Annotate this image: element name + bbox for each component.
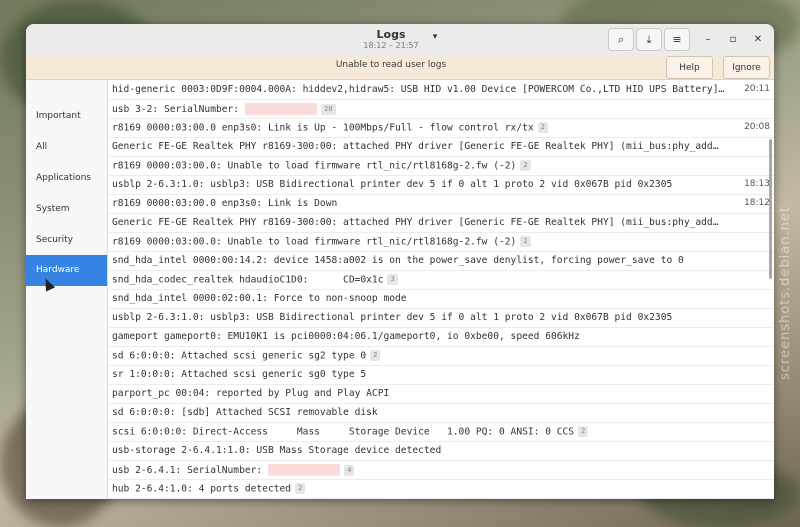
maximize-icon: ▫: [729, 33, 737, 45]
sidebar-item-important[interactable]: Important: [26, 101, 107, 132]
log-message: usb 2-6.4.1: SerialNumber:: [112, 465, 263, 476]
category-sidebar: Important All Applications System Securi…: [26, 80, 108, 499]
repeat-count-badge: 2: [537, 122, 548, 133]
log-message: r8169 0000:03:00.0 enp3s0: Link is Down: [112, 198, 338, 209]
log-row[interactable]: usb-storage 2-6.4.1:1.0: USB Mass Storag…: [108, 441, 774, 461]
close-button[interactable]: ✕: [749, 30, 767, 48]
log-row[interactable]: sd 6:0:0:0: Attached scsi generic sg2 ty…: [108, 346, 774, 366]
sidebar-item-label: System: [36, 204, 70, 214]
repeat-count-badge: 2: [520, 236, 531, 247]
log-message: sr 1:0:0:0: Attached scsi generic sg0 ty…: [112, 369, 367, 380]
log-message: usblp 2-6.3:1.0: usblp3: USB Bidirection…: [112, 312, 673, 323]
log-message: usb 3-2: SerialNumber:: [112, 104, 240, 115]
log-row[interactable]: scsi 6:0:0:0: Direct-Access Mass Storage…: [108, 422, 774, 442]
sidebar-item-hardware[interactable]: Hardware: [26, 255, 107, 286]
log-row[interactable]: usb 3-2: SerialNumber: 20: [108, 99, 774, 119]
sidebar-item-label: Hardware: [36, 265, 80, 275]
main-menu-button[interactable]: ≡: [664, 28, 690, 51]
log-list[interactable]: hub 2-6.4:1.0: 4 ports detected 2 usb 2-6.…: [108, 80, 774, 499]
headerbar: Logs 18:12 – 21:57 ▾ ⌕ ⤓ ≡ – ▫ ✕: [26, 24, 774, 56]
repeat-count-badge: 20: [321, 103, 336, 115]
close-icon: ✕: [753, 33, 763, 45]
log-row[interactable]: usblp 2-6.3:1.0: usblp3: USB Bidirection…: [108, 175, 774, 195]
log-row[interactable]: Generic FE-GE Realtek PHY r8169-300:00: …: [108, 137, 774, 157]
help-button[interactable]: Help: [666, 56, 713, 79]
log-row[interactable]: hid-generic 0003:0D9F:0004.000A: hiddev2…: [108, 80, 774, 100]
log-timestamp: 20:11: [744, 84, 770, 94]
log-message: snd_hda_intel 0000:00:14.2: device 1458:…: [112, 255, 684, 266]
repeat-count-badge: 2: [578, 426, 589, 437]
menu-icon: ≡: [672, 33, 682, 46]
log-message: Generic FE-GE Realtek PHY r8169-300:00: …: [112, 141, 719, 152]
repeat-count-badge: 3: [387, 274, 398, 285]
log-message: sd 6:0:0:0: [sdb] Attached SCSI removabl…: [112, 407, 378, 418]
ignore-button[interactable]: Ignore: [723, 56, 770, 79]
log-row[interactable]: hub 2-6.4:1.0: 4 ports detected 2: [108, 479, 774, 499]
repeat-count-badge: 2: [295, 483, 306, 494]
search-button[interactable]: ⌕: [608, 28, 634, 51]
log-message: r8169 0000:03:00.0 enp3s0: Link is Up - …: [112, 122, 534, 134]
log-message: hid-generic 0003:0D9F:0004.000A: hiddev2…: [112, 84, 725, 95]
log-timestamp: 18:12: [744, 198, 770, 208]
download-icon: ⤓: [646, 32, 652, 46]
log-row[interactable]: sd 6:0:0:0: [sdb] Attached SCSI removabl…: [108, 403, 774, 423]
log-message: snd_hda_intel 0000:02:00.1: Force to non…: [112, 293, 407, 304]
redacted-value: [268, 464, 341, 476]
sidebar-item-label: Applications: [36, 173, 91, 183]
log-row[interactable]: snd_hda_intel 0000:02:00.1: Force to non…: [108, 289, 774, 309]
redacted-value: [245, 103, 318, 115]
log-message: sd 6:0:0:0: Attached scsi generic sg2 ty…: [112, 350, 367, 362]
log-row[interactable]: snd_hda_intel 0000:00:14.2: device 1458:…: [108, 251, 774, 271]
minimize-button[interactable]: –: [699, 30, 717, 48]
log-timestamp: 20:08: [744, 122, 770, 132]
log-row[interactable]: r8169 0000:03:00.0 enp3s0: Link is Down 1…: [108, 194, 774, 214]
sidebar-item-applications[interactable]: Applications: [26, 163, 107, 194]
log-message: usb-storage 2-6.4.1:1.0: USB Mass Storag…: [112, 445, 442, 456]
info-bar: Unable to read user logs Help Ignore: [26, 55, 774, 80]
log-row[interactable]: usb 2-6.4.1: SerialNumber: 4: [108, 460, 774, 480]
log-timestamp: 18:13: [744, 179, 770, 189]
log-row[interactable]: parport_pc 00:04: reported by Plug and P…: [108, 384, 774, 404]
log-row[interactable]: usblp 2-6.3:1.0: usblp3: USB Bidirection…: [108, 308, 774, 328]
export-button[interactable]: ⤓: [636, 28, 662, 51]
log-row[interactable]: r8169 0000:03:00.0: Unable to load firmw…: [108, 232, 774, 252]
sidebar-item-all[interactable]: All: [26, 132, 107, 163]
log-message: r8169 0000:03:00.0: Unable to load firmw…: [112, 160, 517, 172]
log-row[interactable]: snd_hda_codec_realtek hdaudioC1D0: CD=0x…: [108, 270, 774, 290]
sidebar-item-label: Security: [36, 235, 73, 245]
log-row[interactable]: r8169 0000:03:00.0 enp3s0: Link is Up - …: [108, 118, 774, 138]
repeat-count-badge: 2: [520, 160, 531, 171]
minimize-icon: –: [705, 33, 711, 45]
log-message: parport_pc 00:04: reported by Plug and P…: [112, 388, 390, 399]
log-message: r8169 0000:03:00.0: Unable to load firmw…: [112, 236, 517, 248]
repeat-count-badge: 4: [344, 464, 355, 476]
log-message: usblp 2-6.3:1.0: usblp3: USB Bidirection…: [112, 179, 673, 190]
chevron-down-icon[interactable]: ▾: [428, 30, 442, 44]
sidebar-item-security[interactable]: Security: [26, 225, 107, 256]
log-message: scsi 6:0:0:0: Direct-Access Mass Storage…: [112, 426, 575, 438]
sidebar-item-label: All: [36, 142, 48, 152]
info-message: Unable to read user logs: [335, 60, 447, 70]
log-row[interactable]: r8169 0000:03:00.0: Unable to load firmw…: [108, 156, 774, 176]
log-message: snd_hda_codec_realtek hdaudioC1D0: CD=0x…: [112, 274, 384, 286]
watermark: screenshots.debian.net: [778, 206, 793, 380]
maximize-button[interactable]: ▫: [724, 30, 742, 48]
log-message: hub 2-6.4:1.0: 4 ports detected: [112, 483, 292, 495]
log-row[interactable]: sr 1:0:0:0: Attached scsi generic sg0 ty…: [108, 365, 774, 385]
sidebar-item-label: Important: [36, 111, 81, 121]
sidebar-item-system[interactable]: System: [26, 194, 107, 225]
search-icon: ⌕: [617, 32, 625, 46]
repeat-count-badge: 2: [370, 350, 381, 361]
log-message: gameport gameport0: EMU10K1 is pci0000:0…: [112, 331, 580, 342]
log-row[interactable]: gameport gameport0: EMU10K1 is pci0000:0…: [108, 327, 774, 347]
log-row[interactable]: Generic FE-GE Realtek PHY r8169-300:00: …: [108, 213, 774, 233]
log-message: Generic FE-GE Realtek PHY r8169-300:00: …: [112, 217, 719, 228]
scrollbar[interactable]: [769, 139, 772, 279]
logs-window: Logs 18:12 – 21:57 ▾ ⌕ ⤓ ≡ – ▫ ✕ Unable …: [26, 24, 774, 499]
